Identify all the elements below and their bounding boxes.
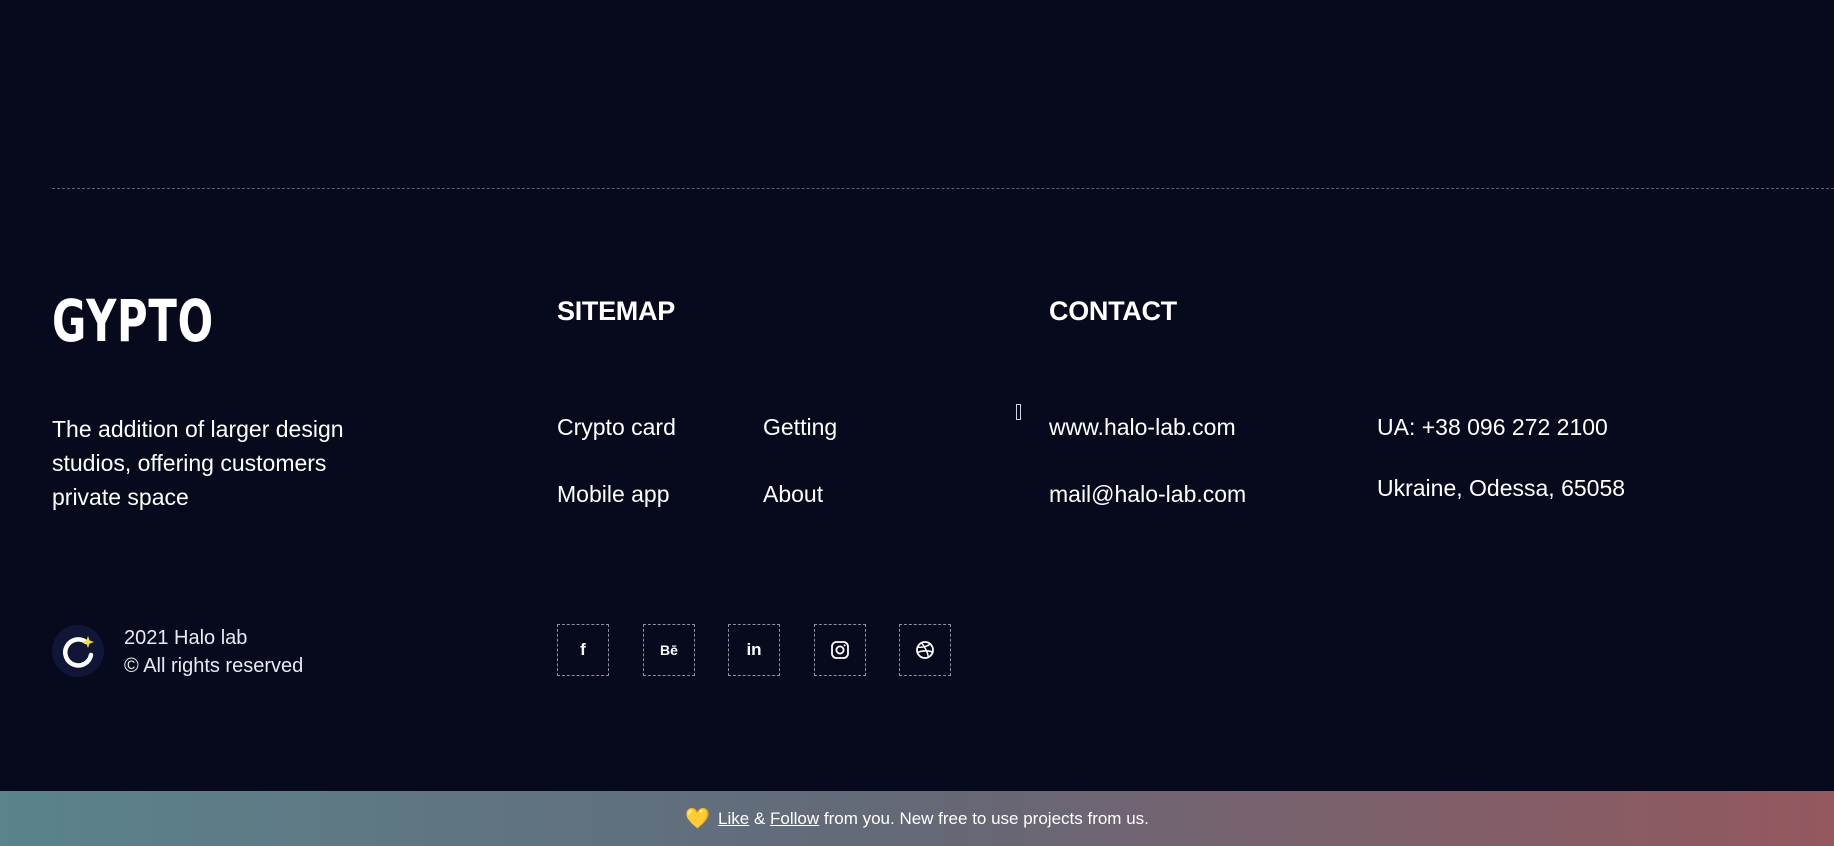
sitemap-link-crypto-card[interactable]: Crypto card — [557, 414, 676, 441]
contact-title: CONTACT — [1049, 296, 1177, 326]
dribbble-icon[interactable] — [899, 624, 951, 676]
facebook-icon[interactable]: f — [557, 624, 609, 676]
section-divider — [52, 188, 1834, 189]
halo-lab-badge-icon[interactable] — [52, 625, 104, 677]
text-cursor-icon — [1016, 404, 1021, 420]
contact-email-link[interactable]: mail@halo-lab.com — [1049, 481, 1246, 508]
contact-address: Ukraine, Odessa, 65058 — [1377, 475, 1626, 501]
contact-phone-link[interactable]: UA: +38 096 272 2100 — [1377, 414, 1608, 441]
copyright-year: 2021 Halo lab — [124, 627, 248, 649]
brand-logo[interactable]: GYPTO — [52, 292, 214, 350]
behance-icon[interactable]: Bē — [643, 624, 695, 676]
copyright-rights: © All rights reserved — [124, 655, 304, 677]
sitemap-link-getting[interactable]: Getting — [763, 414, 837, 441]
contact-website-link[interactable]: www.halo-lab.com — [1049, 414, 1236, 441]
brand-tagline: The addition of larger design studios, o… — [52, 416, 344, 510]
banner-amp: & — [749, 808, 771, 828]
like-link[interactable]: Like — [718, 809, 749, 829]
instagram-icon[interactable] — [814, 624, 866, 676]
heart-icon: 💛 — [685, 808, 711, 830]
promo-banner: 💛 Like & Follow from you. New free to us… — [0, 791, 1834, 846]
copyright-block: 2021 Halo lab © All rights reserved — [124, 624, 303, 680]
sitemap-link-about[interactable]: About — [763, 481, 823, 508]
sitemap-title: SITEMAP — [557, 296, 675, 326]
sitemap-link-mobile-app[interactable]: Mobile app — [557, 481, 670, 508]
banner-text: from you. New free to use projects from … — [819, 808, 1149, 828]
follow-link[interactable]: Follow — [770, 809, 819, 829]
linkedin-icon[interactable]: in — [728, 624, 780, 676]
